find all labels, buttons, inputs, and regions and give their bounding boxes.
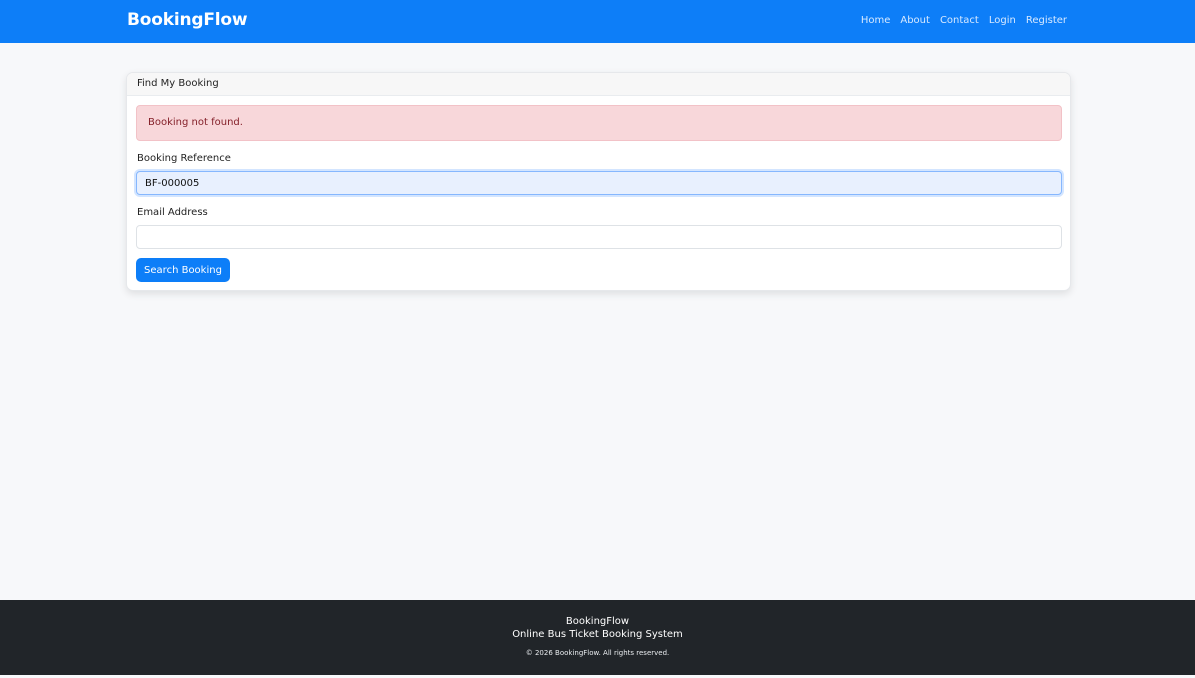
- booking-reference-label: Booking Reference: [137, 153, 231, 164]
- page-footer: BookingFlow Online Bus Ticket Booking Sy…: [0, 600, 1195, 675]
- booking-reference-input[interactable]: [136, 171, 1062, 195]
- find-booking-card: Find My Booking Booking not found. Booki…: [126, 72, 1071, 291]
- footer-tagline: Online Bus Ticket Booking System: [512, 629, 683, 640]
- nav-link-register[interactable]: Register: [1026, 15, 1067, 26]
- nav-link-contact[interactable]: Contact: [940, 15, 979, 26]
- nav-links: Home About Contact Login Register: [861, 15, 1067, 26]
- brand-logo-link[interactable]: BookingFlow: [127, 10, 248, 30]
- search-booking-button[interactable]: Search Booking: [136, 258, 230, 282]
- error-alert: Booking not found.: [136, 105, 1062, 141]
- footer-brand: BookingFlow: [565, 616, 630, 627]
- email-address-input[interactable]: [136, 225, 1062, 249]
- footer-copyright: © 2026 BookingFlow. All rights reserved.: [525, 649, 670, 657]
- top-navbar: BookingFlow Home About Contact Login Reg…: [0, 0, 1195, 43]
- nav-link-login[interactable]: Login: [989, 15, 1016, 26]
- nav-link-home[interactable]: Home: [861, 15, 891, 26]
- email-address-label: Email Address: [137, 207, 208, 218]
- card-title: Find My Booking: [127, 73, 1070, 96]
- nav-link-about[interactable]: About: [900, 15, 930, 26]
